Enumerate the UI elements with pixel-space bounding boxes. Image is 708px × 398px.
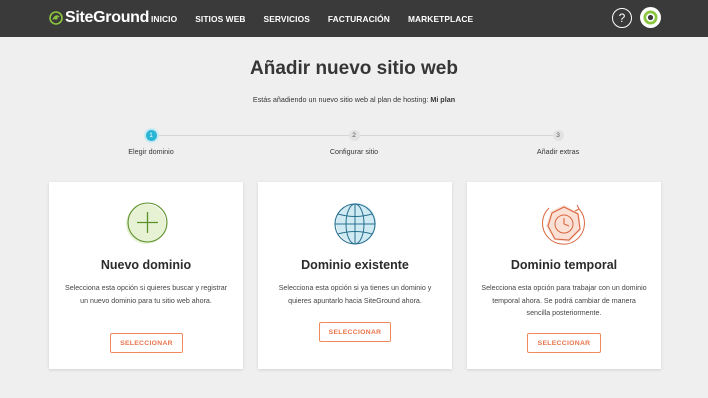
nav-servicios[interactable]: SERVICIOS (264, 14, 310, 24)
user-avatar[interactable] (640, 7, 661, 28)
card-title: Nuevo dominio (100, 258, 192, 272)
nav-facturacion[interactable]: FACTURACIÓN (328, 14, 390, 24)
step-label: Elegir dominio (128, 147, 174, 156)
card-title: Dominio existente (301, 258, 409, 272)
subtitle-text: Estás añadiendo un nuevo sitio web al pl… (252, 95, 429, 104)
card-title: Dominio temporal (510, 258, 618, 272)
help-icon[interactable]: ? (612, 8, 632, 28)
step-elegir-dominio: 1 Elegir dominio (91, 130, 211, 156)
select-dominio-existente-button[interactable]: SELECCIONAR (319, 322, 391, 342)
page-subtitle: Estás añadiendo un nuevo sitio web al pl… (0, 95, 708, 104)
step-configurar-sitio: 2 Configurar sitio (294, 130, 414, 156)
main-nav: INICIO SITIOS WEB SERVICIOS FACTURACIÓN … (151, 0, 491, 37)
plan-name: Mi plan (430, 95, 456, 104)
nav-inicio[interactable]: INICIO (151, 14, 177, 24)
card-dominio-existente[interactable]: Dominio existente Selecciona esta opción… (258, 182, 452, 369)
step-number: 3 (552, 130, 564, 141)
card-nuevo-dominio[interactable]: Nuevo dominio Selecciona esta opción si … (49, 182, 243, 369)
nav-sitios-web[interactable]: SITIOS WEB (195, 14, 245, 24)
globe-icon (334, 203, 376, 245)
logo-text: SiteGround (65, 9, 150, 26)
select-dominio-temporal-button[interactable]: SELECCIONAR (527, 333, 601, 353)
plus-circle-icon (126, 202, 168, 244)
nav-marketplace[interactable]: MARKETPLACE (408, 14, 473, 24)
step-anadir-extras: 3 Añadir extras (498, 130, 618, 156)
step-number: 2 (348, 130, 360, 141)
page-title: Añadir nuevo sitio web (250, 58, 458, 79)
avatar-icon (643, 10, 658, 25)
step-number: 1 (145, 130, 157, 141)
card-description: Selecciona esta opción para trabajar con… (481, 284, 647, 317)
step-label: Configurar sitio (329, 147, 379, 156)
clock-icon (542, 204, 586, 245)
card-description: Selecciona esta opción si ya tienes un d… (278, 284, 432, 305)
select-nuevo-dominio-button[interactable]: SELECCIONAR (110, 333, 183, 353)
top-navigation-bar: SiteGround INICIO SITIOS WEB SERVICIOS F… (0, 0, 708, 37)
card-description: Selecciona esta opción si quieres buscar… (64, 284, 228, 305)
siteground-logo[interactable]: SiteGround (49, 9, 149, 27)
card-dominio-temporal[interactable]: Dominio temporal Selecciona esta opción … (467, 182, 661, 369)
step-label: Añadir extras (536, 147, 580, 156)
siteground-logo-icon (49, 11, 63, 25)
